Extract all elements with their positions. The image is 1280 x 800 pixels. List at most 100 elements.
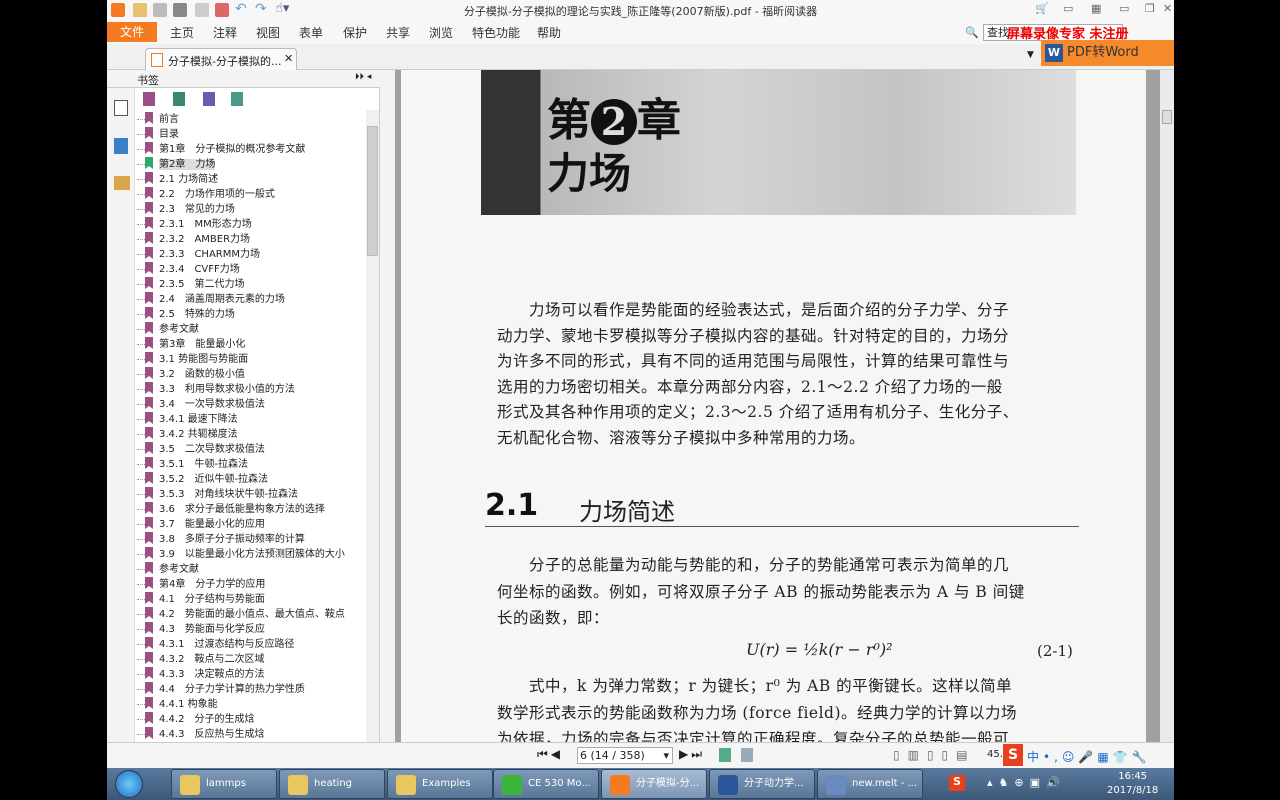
- bookmark-item[interactable]: 2.2 力场作用项的一般式: [137, 187, 275, 202]
- expand-bookmark-icon[interactable]: [231, 92, 243, 106]
- page-layout-icons[interactable]: ▯▥▯▯▤: [893, 748, 976, 762]
- bookmark-item[interactable]: 目录: [137, 127, 179, 142]
- next-view-icon[interactable]: [741, 748, 753, 762]
- bookmark-item[interactable]: 4.3 势能面与化学反应: [137, 622, 265, 637]
- goto-bookmark-icon[interactable]: [203, 92, 215, 106]
- taskbar-item[interactable]: Examples: [387, 769, 493, 799]
- text-line: 何坐标的函数。例如，可将双原子分子 AB 的振动势能表示为 A 与 B 间键: [497, 582, 1025, 601]
- scroll-thumb[interactable]: [367, 126, 378, 256]
- bookmark-item[interactable]: 第3章 能量最小化: [137, 337, 246, 352]
- bookmark-item[interactable]: 3.6 求分子最低能量构象方法的选择: [137, 502, 325, 517]
- dropdown-arrow-icon[interactable]: ▼: [1027, 50, 1034, 60]
- bookmark-item[interactable]: 4.4.2 分子的生成焓: [137, 712, 254, 727]
- close-tab-icon[interactable]: ✕: [284, 52, 293, 65]
- bookmark-item[interactable]: 2.3.4 CVFF力场: [137, 262, 240, 277]
- pages-icon[interactable]: [114, 100, 128, 116]
- layout-icon[interactable]: ▦: [1091, 2, 1101, 15]
- bookmark-item[interactable]: 3.5 二次导数求极值法: [137, 442, 265, 457]
- bookmark-item[interactable]: 4.1 分子结构与势能面: [137, 592, 265, 607]
- taskbar-item[interactable]: 分子模拟-分...: [601, 769, 707, 799]
- close-icon[interactable]: ✕: [1163, 2, 1172, 15]
- bookmark-item[interactable]: 3.5.3 对角线块状牛顿-拉森法: [137, 487, 298, 502]
- start-button[interactable]: [115, 770, 143, 798]
- bookmark-item[interactable]: 4.3.2 鞍点与二次区域: [137, 652, 264, 667]
- clock[interactable]: 16:45 2017/8/18: [1107, 770, 1158, 798]
- bookmark-item[interactable]: 2.3.3 CHARMM力场: [137, 247, 260, 262]
- taskbar-item[interactable]: heating: [279, 769, 385, 799]
- bookmark-item[interactable]: 3.9 以能量最小化方法预测团簇体的大小: [137, 547, 345, 562]
- menu-home[interactable]: 主页: [170, 24, 194, 41]
- menu-form[interactable]: 表单: [299, 24, 323, 41]
- document-scrollbar[interactable]: [1160, 70, 1174, 742]
- bookmark-item[interactable]: 4.3.3 决定鞍点的方法: [137, 667, 264, 682]
- bookmark-item[interactable]: 2.3.1 MM形态力场: [137, 217, 252, 232]
- comments-icon[interactable]: [114, 176, 130, 190]
- document-tab[interactable]: 分子模拟-分子模拟的... ✕: [145, 48, 297, 70]
- bookmark-item[interactable]: 3.7 能量最小化的应用: [137, 517, 265, 532]
- bookmark-item[interactable]: 3.5.1 牛顿-拉森法: [137, 457, 248, 472]
- zoom-level[interactable]: 45.: [987, 749, 1003, 760]
- cart-icon[interactable]: 🛒: [1035, 2, 1049, 15]
- bookmark-item[interactable]: 第2章 力场: [137, 157, 216, 172]
- bookmark-item[interactable]: 第4章 分子力学的应用: [137, 577, 265, 592]
- menu-browse[interactable]: 浏览: [429, 24, 453, 41]
- document-view[interactable]: 第2章 力场 力场可以看作是势能面的经验表达式，是后面介绍的分子力学、分子 动力学…: [395, 70, 1160, 742]
- bookmark-item[interactable]: 前言: [137, 112, 179, 127]
- menu-share[interactable]: 共享: [386, 24, 410, 41]
- prev-view-icon[interactable]: [719, 748, 731, 762]
- taskbar-item[interactable]: 分子动力学...: [709, 769, 815, 799]
- bookmark-item[interactable]: 2.5 特殊的力场: [137, 307, 235, 322]
- system-tray-icons[interactable]: ▴♞⊕▣🔊: [987, 776, 1066, 789]
- bookmark-item[interactable]: 2.3.5 第二代力场: [137, 277, 244, 292]
- bookmark-item[interactable]: 4.4.1 构象能: [137, 697, 218, 712]
- sogou-ime-icon[interactable]: S: [1003, 744, 1023, 766]
- expand-panel-icon[interactable]: ⏵⏵ ◂: [355, 72, 371, 82]
- menu-comment[interactable]: 注释: [213, 24, 237, 41]
- restore-icon[interactable]: ❐: [1145, 2, 1155, 15]
- tree-line: [137, 704, 145, 705]
- skin-icon[interactable]: ▭: [1063, 2, 1073, 15]
- bookmark-icon: [145, 292, 153, 304]
- ime-toolbar-icons[interactable]: 中•,☺🎤▦👕🔧: [1027, 748, 1151, 765]
- bookmark-item[interactable]: 3.5.2 近似牛顿-拉森法: [137, 472, 268, 487]
- bookmark-item[interactable]: 3.1 势能图与势能面: [137, 352, 248, 367]
- menu-view[interactable]: 视图: [256, 24, 280, 41]
- menu-features[interactable]: 特色功能: [472, 24, 520, 41]
- first-prev-page-icon[interactable]: ⏮◀: [537, 747, 563, 762]
- bookmark-item[interactable]: 3.4.1 最速下降法: [137, 412, 238, 427]
- bookmark-item[interactable]: 4.2 势能面的最小值点、最大值点、鞍点: [137, 607, 345, 622]
- search-folder-icon[interactable]: 🔍: [965, 26, 979, 39]
- bookmark-item[interactable]: 参考文献: [137, 322, 199, 337]
- add-bookmark-icon[interactable]: [173, 92, 185, 106]
- bookmark-item[interactable]: 4.4.3 反应热与生成焓: [137, 727, 264, 742]
- bookmark-item[interactable]: 3.2 函数的极小值: [137, 367, 245, 382]
- bookmark-item[interactable]: 3.4.2 共轭梯度法: [137, 427, 238, 442]
- bookmark-item[interactable]: 3.3 利用导数求极小值的方法: [137, 382, 295, 397]
- bookmark-item[interactable]: 3.4 一次导数求极值法: [137, 397, 265, 412]
- bookmark-item[interactable]: 4.4 分子力学计算的热力学性质: [137, 682, 305, 697]
- bookmark-item[interactable]: 2.3.2 AMBER力场: [137, 232, 250, 247]
- menu-file[interactable]: 文件: [107, 22, 157, 42]
- bookmark-scrollbar[interactable]: [366, 110, 379, 742]
- bookmark-item[interactable]: 2.3 常见的力场: [137, 202, 235, 217]
- next-last-page-icon[interactable]: ▶⏭: [679, 747, 705, 762]
- menu-protect[interactable]: 保护: [343, 24, 367, 41]
- page-number-input[interactable]: 6 (14 / 358) ▾: [577, 747, 673, 764]
- menu-help[interactable]: 帮助: [537, 24, 561, 41]
- scroll-thumb[interactable]: [1162, 110, 1172, 124]
- bookmark-item[interactable]: 2.4 涵盖周期表元素的力场: [137, 292, 285, 307]
- bookmark-label: 第3章 能量最小化: [159, 339, 246, 350]
- taskbar-item[interactable]: lammps: [171, 769, 277, 799]
- bookmark-item[interactable]: 4.3.1 过渡态结构与反应路径: [137, 637, 294, 652]
- pdf-to-word-button[interactable]: W PDF转Word: [1041, 40, 1174, 66]
- layers-icon[interactable]: [114, 138, 128, 154]
- bookmark-item[interactable]: 参考文献: [137, 562, 199, 577]
- bookmark-item[interactable]: 第1章 分子模拟的概况参考文献: [137, 142, 305, 157]
- bookmark-item[interactable]: 3.8 多原子分子振动频率的计算: [137, 532, 305, 547]
- taskbar-item[interactable]: CE 530 Mo...: [493, 769, 599, 799]
- delete-bookmark-icon[interactable]: [143, 92, 155, 106]
- taskbar-item[interactable]: new.melt - ...: [817, 769, 923, 799]
- sogou-tray-icon[interactable]: S: [949, 775, 965, 791]
- minimize-icon[interactable]: ▭: [1119, 2, 1129, 15]
- bookmark-item[interactable]: 2.1 力场简述: [137, 172, 218, 187]
